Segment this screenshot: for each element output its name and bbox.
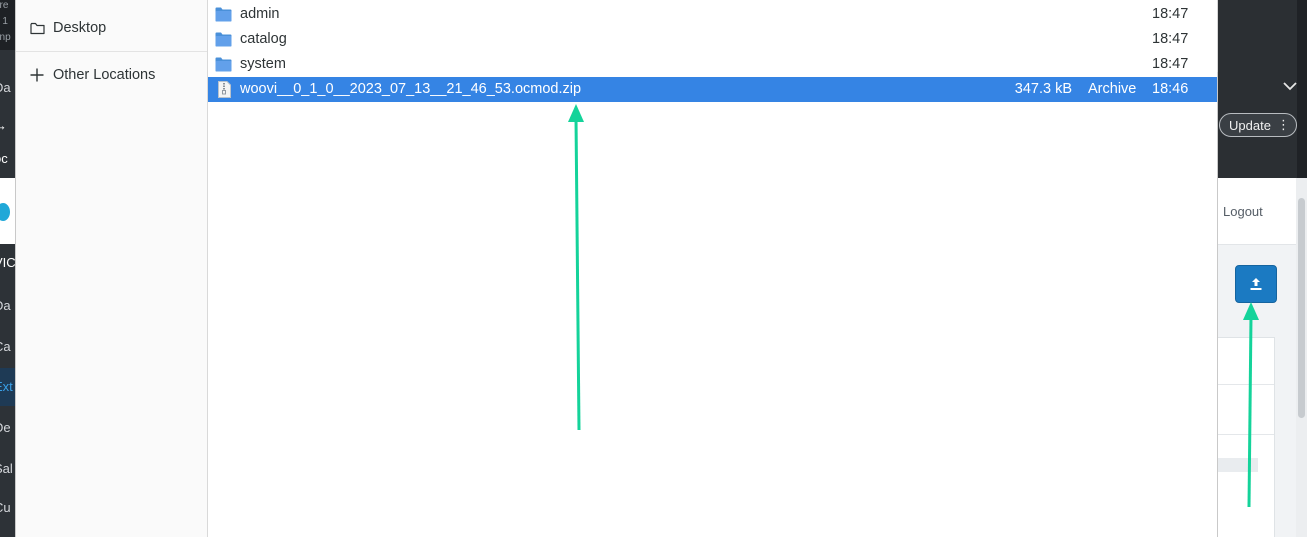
file-size: 347.3 kB <box>1014 81 1072 97</box>
file-row-woovi-zip[interactable]: woovi__0_1_0__2023_07_13__21_46_53.ocmod… <box>208 77 1217 102</box>
web-header: Logout <box>1218 178 1296 245</box>
archive-icon <box>218 81 231 98</box>
place-desktop[interactable]: Desktop <box>16 5 207 51</box>
file-modified: 18:47 <box>1152 6 1189 22</box>
file-chooser-dialog: Desktop Other Locations admin 18:47 cata… <box>15 0 1218 537</box>
bg-fragment: enp <box>0 32 11 43</box>
file-modified: 18:47 <box>1152 56 1189 72</box>
place-label: Other Locations <box>53 67 156 83</box>
bg-menu-item: Sal <box>0 461 13 476</box>
background-web-page: Logout <box>1218 178 1296 537</box>
place-label: Desktop <box>53 20 107 36</box>
background-tabbar <box>1218 0 1307 70</box>
plus-icon <box>29 67 45 83</box>
file-name: catalog <box>240 31 287 47</box>
bg-menu-item: Da <box>0 298 11 313</box>
scrollbar-thumb <box>1298 198 1305 418</box>
folder-icon <box>215 32 232 47</box>
logout-link: Logout <box>1223 204 1263 219</box>
update-label: Update <box>1229 117 1271 133</box>
page-scrollbar <box>1296 178 1307 537</box>
web-card <box>1218 337 1275 537</box>
background-app-right: Update ⋮ Logout <box>1218 0 1307 537</box>
chevron-down-icon <box>1280 76 1300 96</box>
list-right-border <box>1217 0 1218 72</box>
bg-fragment: n 1 <box>0 16 8 27</box>
file-name: system <box>240 56 286 72</box>
more-vertical-icon: ⋮ <box>1277 117 1290 132</box>
bg-fragment: ere <box>0 0 9 11</box>
upload-icon <box>1250 278 1262 290</box>
file-row-system[interactable]: system 18:47 <box>208 52 1217 77</box>
folder-icon <box>215 57 232 72</box>
file-modified: 18:47 <box>1152 31 1189 47</box>
bg-fragment: oc <box>0 151 8 166</box>
folder-icon <box>215 7 232 22</box>
folder-icon <box>29 20 45 36</box>
file-type: Archive <box>1088 81 1137 97</box>
background-app-left: ere n 1 enp Da → oc VIC Da Ca Ext De Sal… <box>0 0 15 537</box>
bg-menu-item: Cu <box>0 500 11 515</box>
file-modified: 18:46 <box>1152 81 1189 97</box>
place-other-locations[interactable]: Other Locations <box>16 52 207 98</box>
bg-menu-item: Ca <box>0 339 11 354</box>
card-placeholder-bar <box>1218 458 1258 472</box>
bg-fragment: Da <box>0 80 11 95</box>
bg-menu-item: De <box>0 420 11 435</box>
card-divider <box>1218 434 1274 435</box>
file-row-admin[interactable]: admin 18:47 <box>208 2 1217 27</box>
upload-button <box>1235 265 1277 303</box>
file-list: admin 18:47 catalog 18:47 system 18:47 w… <box>208 0 1217 537</box>
bg-menu-item: Ext <box>0 379 13 394</box>
places-sidebar: Desktop Other Locations <box>16 0 208 537</box>
file-row-catalog[interactable]: catalog 18:47 <box>208 27 1217 52</box>
arrow-icon: → <box>0 118 7 133</box>
file-name: admin <box>240 6 280 22</box>
file-name: woovi__0_1_0__2023_07_13__21_46_53.ocmod… <box>240 81 582 97</box>
bg-fragment: VIC <box>0 255 15 270</box>
card-divider <box>1218 384 1274 385</box>
update-button: Update ⋮ <box>1219 113 1297 137</box>
